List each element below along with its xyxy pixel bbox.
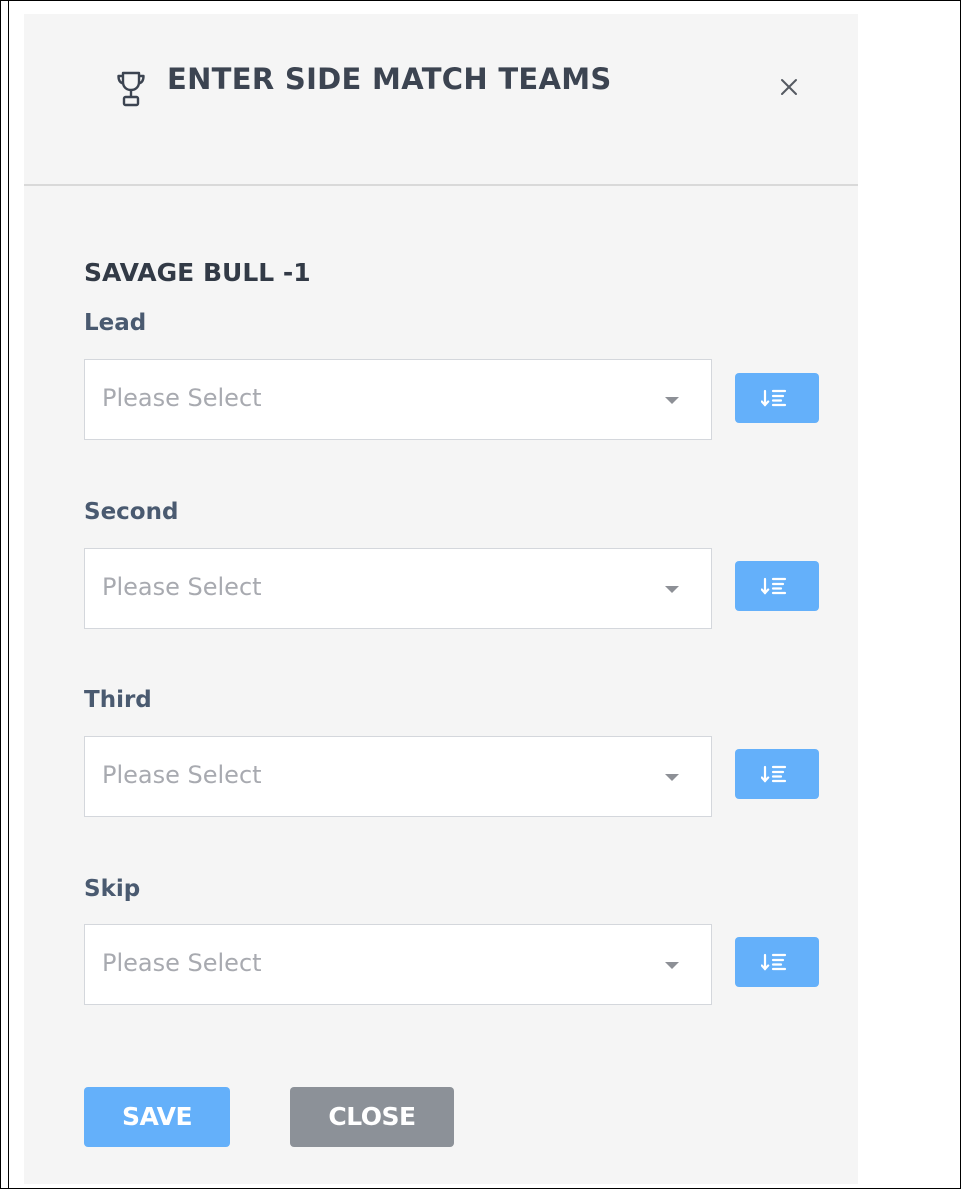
dialog-title: ENTER SIDE MATCH TEAMS <box>167 62 612 96</box>
close-button[interactable]: CLOSE <box>290 1087 454 1147</box>
field-label-second: Second <box>84 499 179 525</box>
select-placeholder: Please Select <box>102 761 262 789</box>
team-name: SAVAGE BULL -1 <box>84 258 311 287</box>
trophy-icon <box>117 71 145 107</box>
sort-list-icon <box>761 577 787 595</box>
select-placeholder: Please Select <box>102 949 262 977</box>
left-border <box>8 0 9 1189</box>
field-label-lead: Lead <box>84 310 147 336</box>
second-sort-button[interactable] <box>735 561 819 611</box>
select-placeholder: Please Select <box>102 573 262 601</box>
lead-select[interactable]: Please Select <box>84 359 712 440</box>
second-select[interactable]: Please Select <box>84 548 712 629</box>
dialog-header: ENTER SIDE MATCH TEAMS <box>24 14 858 186</box>
save-button[interactable]: SAVE <box>84 1087 230 1147</box>
chevron-down-icon <box>665 774 679 781</box>
skip-select[interactable]: Please Select <box>84 924 712 1005</box>
sort-list-icon <box>761 765 787 783</box>
side-match-dialog: ENTER SIDE MATCH TEAMS SAVAGE BULL -1 Le… <box>24 14 858 1184</box>
sort-list-icon <box>761 953 787 971</box>
chevron-down-icon <box>665 586 679 593</box>
third-sort-button[interactable] <box>735 749 819 799</box>
third-select[interactable]: Please Select <box>84 736 712 817</box>
select-placeholder: Please Select <box>102 384 262 412</box>
field-label-third: Third <box>84 687 152 713</box>
close-icon[interactable] <box>776 74 802 100</box>
field-label-skip: Skip <box>84 876 141 902</box>
lead-sort-button[interactable] <box>735 373 819 423</box>
chevron-down-icon <box>665 397 679 404</box>
sort-list-icon <box>761 389 787 407</box>
skip-sort-button[interactable] <box>735 937 819 987</box>
chevron-down-icon <box>665 962 679 969</box>
